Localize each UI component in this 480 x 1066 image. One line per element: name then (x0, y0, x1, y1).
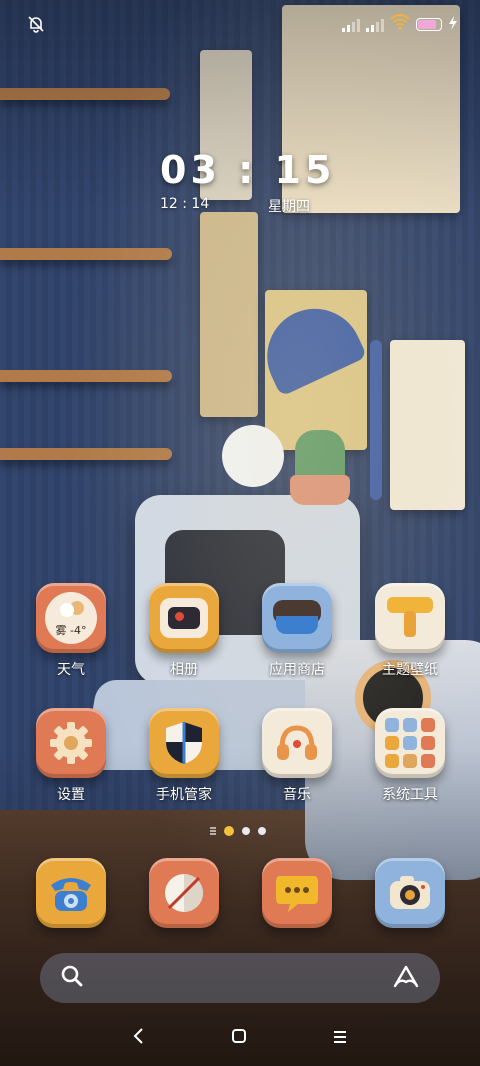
cellular-signal-icon (366, 16, 384, 32)
photo-album-icon (149, 583, 219, 653)
app-app-store[interactable]: 应用商店 (247, 583, 347, 679)
wifi-icon (390, 14, 410, 34)
app-label: 应用商店 (269, 662, 325, 678)
headphones-icon (262, 708, 332, 778)
app-themes[interactable]: 主题壁纸 (360, 583, 460, 679)
page-dot (258, 827, 266, 835)
app-label: 音乐 (283, 787, 311, 803)
navigation-bar (0, 1016, 480, 1060)
theme-wallpaper-icon (375, 583, 445, 653)
bell-muted-icon (26, 14, 46, 34)
app-gallery[interactable]: 相册 (134, 583, 234, 679)
settings-gear-icon (36, 708, 106, 778)
clock-weekday: 星期四 (268, 199, 310, 215)
app-label: 系统工具 (382, 787, 438, 803)
weather-icon: 雾 -4° (36, 583, 106, 653)
app-label: 手机管家 (156, 787, 212, 803)
app-settings[interactable]: 设置 (21, 708, 121, 804)
page-dot-active (224, 826, 234, 836)
app-store-icon (262, 583, 332, 653)
status-bar (0, 0, 480, 48)
menu-icon[interactable] (332, 1029, 348, 1048)
browser-icon (149, 858, 219, 928)
clock-sub-time: 12 : 14 (160, 196, 210, 212)
home-icon[interactable] (231, 1028, 247, 1048)
app-label: 相册 (170, 662, 198, 678)
back-icon[interactable] (132, 1027, 146, 1049)
dock-browser[interactable] (134, 858, 234, 928)
security-shield-icon (149, 708, 219, 778)
clock-time: 03 : 15 (160, 148, 336, 192)
search-bar[interactable] (40, 953, 440, 1003)
cellular-signal-icon (342, 16, 360, 32)
dock-messages[interactable] (247, 858, 347, 928)
app-music[interactable]: 音乐 (247, 708, 347, 804)
clock-widget[interactable]: 03 : 15 12 : 14 星期四 (160, 148, 336, 216)
page-indicator-menu-icon (210, 827, 216, 835)
search-icon[interactable] (60, 964, 84, 992)
app-security[interactable]: 手机管家 (134, 708, 234, 804)
app-label: 天气 (57, 662, 85, 678)
app-label: 设置 (57, 787, 85, 803)
dock-phone[interactable] (21, 858, 121, 928)
camera-icon (375, 858, 445, 928)
app-system-tools[interactable]: 系统工具 (360, 708, 460, 804)
page-dot (242, 827, 250, 835)
messages-icon (262, 858, 332, 928)
battery-icon (416, 17, 442, 31)
page-indicator[interactable] (210, 826, 266, 836)
phone-icon (36, 858, 106, 928)
weather-badge: 雾 -4° (55, 624, 87, 637)
dock-camera[interactable] (360, 858, 460, 928)
charging-bolt-icon (448, 15, 458, 34)
system-tools-folder-icon (375, 708, 445, 778)
assistant-icon[interactable] (392, 964, 420, 992)
app-weather[interactable]: 雾 -4° 天气 (21, 583, 121, 679)
app-label: 主题壁纸 (382, 662, 438, 678)
